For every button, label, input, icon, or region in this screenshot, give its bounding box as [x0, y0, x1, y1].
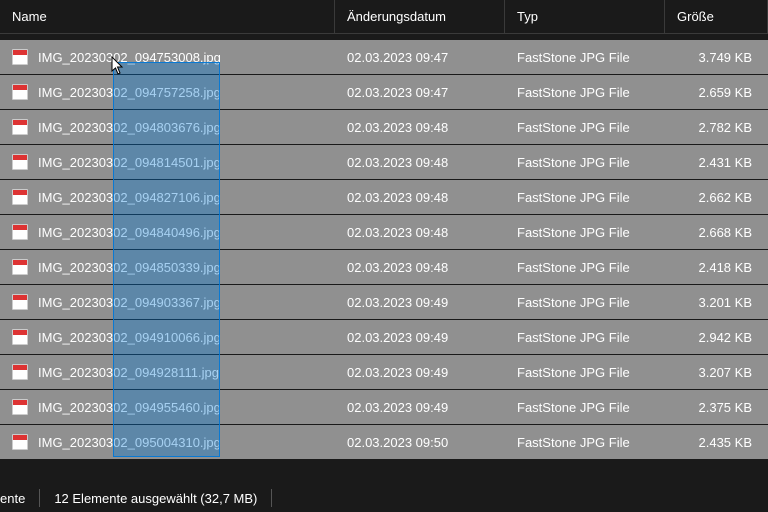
jpg-file-icon [12, 84, 28, 100]
file-row[interactable]: IMG_20230302_094753008.jpg 02.03.2023 09:… [0, 40, 768, 74]
cell-date: 02.03.2023 09:47 [335, 40, 505, 74]
column-header-size[interactable]: Größe [665, 0, 768, 33]
cell-date: 02.03.2023 09:48 [335, 215, 505, 249]
cell-type: FastStone JPG File [505, 355, 665, 389]
cell-size: 2.668 KB [665, 215, 768, 249]
file-row[interactable]: IMG_20230302_094955460.jpg 02.03.2023 09:… [0, 390, 768, 424]
file-name: IMG_20230302_094757258.jpg [38, 85, 221, 100]
cell-size: 2.375 KB [665, 390, 768, 424]
file-row[interactable]: IMG_20230302_094910066.jpg 02.03.2023 09:… [0, 320, 768, 354]
cell-name: IMG_20230302_094910066.jpg [0, 320, 335, 354]
file-row[interactable]: IMG_20230302_094850339.jpg 02.03.2023 09:… [0, 250, 768, 284]
file-row[interactable]: IMG_20230302_094903367.jpg 02.03.2023 09:… [0, 285, 768, 319]
jpg-file-icon [12, 399, 28, 415]
file-row[interactable]: IMG_20230302_095004310.jpg 02.03.2023 09:… [0, 425, 768, 459]
cell-date: 02.03.2023 09:49 [335, 390, 505, 424]
status-segment-empty [272, 489, 300, 507]
cell-date: 02.03.2023 09:48 [335, 110, 505, 144]
file-row[interactable]: IMG_20230302_094827106.jpg 02.03.2023 09:… [0, 180, 768, 214]
cell-type: FastStone JPG File [505, 215, 665, 249]
cell-size: 2.418 KB [665, 250, 768, 284]
jpg-file-icon [12, 154, 28, 170]
file-name: IMG_20230302_094928111.jpg [38, 365, 219, 380]
cell-date: 02.03.2023 09:50 [335, 425, 505, 459]
cell-type: FastStone JPG File [505, 320, 665, 354]
jpg-file-icon [12, 364, 28, 380]
cell-type: FastStone JPG File [505, 425, 665, 459]
cell-size: 3.207 KB [665, 355, 768, 389]
status-bar: ente 12 Elemente ausgewählt (32,7 MB) [0, 484, 768, 512]
cell-name: IMG_20230302_094955460.jpg [0, 390, 335, 424]
jpg-file-icon [12, 329, 28, 345]
cell-name: IMG_20230302_094928111.jpg [0, 355, 335, 389]
file-name: IMG_20230302_094814501.jpg [38, 155, 221, 170]
cell-size: 2.662 KB [665, 180, 768, 214]
cell-size: 2.435 KB [665, 425, 768, 459]
file-name: IMG_20230302_094803676.jpg [38, 120, 221, 135]
status-segment-left: ente [0, 489, 40, 507]
cell-size: 2.782 KB [665, 110, 768, 144]
cell-size: 3.749 KB [665, 40, 768, 74]
cell-name: IMG_20230302_094850339.jpg [0, 250, 335, 284]
cell-type: FastStone JPG File [505, 250, 665, 284]
jpg-file-icon [12, 294, 28, 310]
cell-type: FastStone JPG File [505, 40, 665, 74]
file-name: IMG_20230302_094955460.jpg [38, 400, 221, 415]
cell-name: IMG_20230302_094827106.jpg [0, 180, 335, 214]
cell-type: FastStone JPG File [505, 75, 665, 109]
file-row[interactable]: IMG_20230302_094928111.jpg 02.03.2023 09:… [0, 355, 768, 389]
file-name: IMG_20230302_094903367.jpg [38, 295, 221, 310]
jpg-file-icon [12, 434, 28, 450]
column-header-name[interactable]: Name [0, 0, 335, 33]
cell-type: FastStone JPG File [505, 180, 665, 214]
file-row[interactable]: IMG_20230302_094840496.jpg 02.03.2023 09:… [0, 215, 768, 249]
cell-type: FastStone JPG File [505, 285, 665, 319]
cell-size: 2.431 KB [665, 145, 768, 179]
file-name: IMG_20230302_094827106.jpg [38, 190, 221, 205]
file-row[interactable]: IMG_20230302_094803676.jpg 02.03.2023 09:… [0, 110, 768, 144]
jpg-file-icon [12, 259, 28, 275]
cell-name: IMG_20230302_094753008.jpg [0, 40, 335, 74]
cell-name: IMG_20230302_094814501.jpg [0, 145, 335, 179]
jpg-file-icon [12, 49, 28, 65]
cell-size: 3.201 KB [665, 285, 768, 319]
cell-type: FastStone JPG File [505, 110, 665, 144]
cell-type: FastStone JPG File [505, 390, 665, 424]
file-name: IMG_20230302_094840496.jpg [38, 225, 221, 240]
column-header-row: Name Änderungsdatum Typ Größe [0, 0, 768, 34]
file-row[interactable]: IMG_20230302_094814501.jpg 02.03.2023 09:… [0, 145, 768, 179]
file-list[interactable]: IMG_20230302_094753008.jpg 02.03.2023 09:… [0, 34, 768, 459]
cell-name: IMG_20230302_094840496.jpg [0, 215, 335, 249]
jpg-file-icon [12, 119, 28, 135]
cell-date: 02.03.2023 09:49 [335, 355, 505, 389]
cell-date: 02.03.2023 09:48 [335, 180, 505, 214]
file-name: IMG_20230302_094753008.jpg [38, 50, 221, 65]
cell-name: IMG_20230302_094803676.jpg [0, 110, 335, 144]
column-header-date[interactable]: Änderungsdatum [335, 0, 505, 33]
cell-name: IMG_20230302_094757258.jpg [0, 75, 335, 109]
cell-size: 2.659 KB [665, 75, 768, 109]
jpg-file-icon [12, 224, 28, 240]
file-name: IMG_20230302_094910066.jpg [38, 330, 221, 345]
cell-type: FastStone JPG File [505, 145, 665, 179]
file-name: IMG_20230302_094850339.jpg [38, 260, 221, 275]
column-header-type[interactable]: Typ [505, 0, 665, 33]
cell-name: IMG_20230302_095004310.jpg [0, 425, 335, 459]
file-name: IMG_20230302_095004310.jpg [38, 435, 221, 450]
cell-date: 02.03.2023 09:47 [335, 75, 505, 109]
cell-date: 02.03.2023 09:48 [335, 145, 505, 179]
file-row[interactable]: IMG_20230302_094757258.jpg 02.03.2023 09:… [0, 75, 768, 109]
cell-size: 2.942 KB [665, 320, 768, 354]
cell-name: IMG_20230302_094903367.jpg [0, 285, 335, 319]
cell-date: 02.03.2023 09:49 [335, 320, 505, 354]
cell-date: 02.03.2023 09:48 [335, 250, 505, 284]
cell-date: 02.03.2023 09:49 [335, 285, 505, 319]
jpg-file-icon [12, 189, 28, 205]
status-segment-selection: 12 Elemente ausgewählt (32,7 MB) [40, 489, 272, 507]
